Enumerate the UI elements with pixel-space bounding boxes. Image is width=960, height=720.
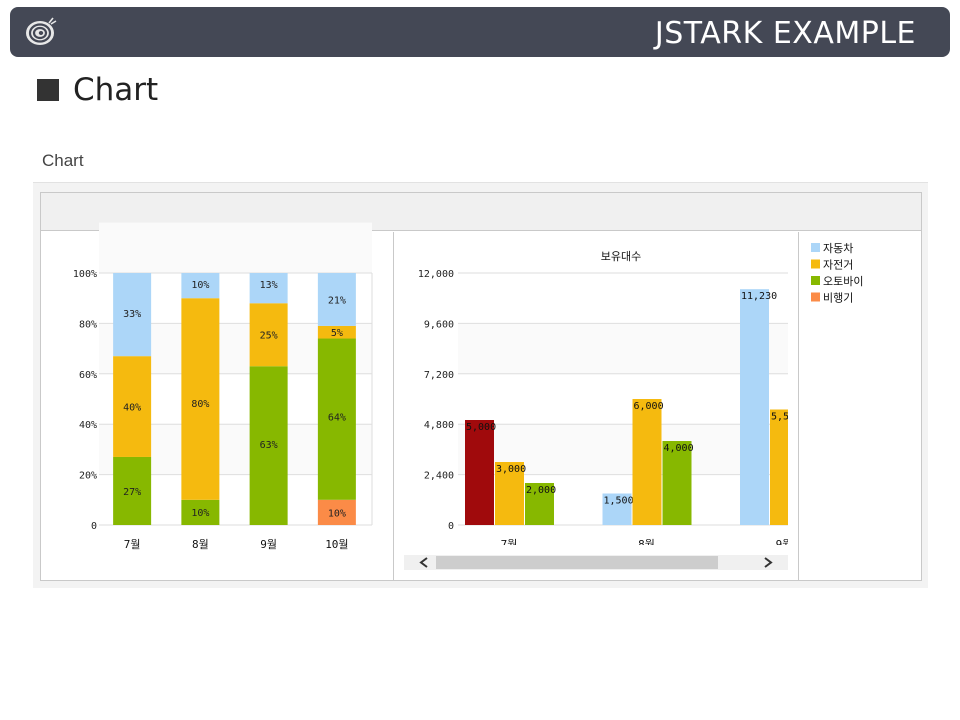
chart2-title: 보유대수 (601, 250, 641, 263)
chart1-xtick-label: 8월 (192, 538, 209, 551)
legend-swatch (811, 259, 820, 269)
chart2-grid-band (458, 323, 788, 374)
chart1-ytick-label: 20% (79, 471, 97, 482)
chart2-bar (632, 399, 662, 525)
chart2-ytick-label: 7,200 (424, 370, 454, 381)
chart1-data-label: 10% (191, 508, 209, 519)
chart1-ytick-label: 60% (79, 370, 97, 381)
chart1-data-label: 25% (260, 331, 278, 342)
chart1-data-label: 64% (328, 413, 346, 424)
horizontal-scrollbar[interactable] (404, 555, 788, 570)
chart2-ytick-label: 0 (448, 521, 454, 532)
chart1-xtick-label: 7월 (124, 538, 141, 551)
chart2-data-label: 6,000 (634, 401, 664, 412)
legend-label: 비행기 (823, 292, 853, 305)
chart1-ytick-label: 100% (73, 269, 97, 280)
chart2-data-label: 3,000 (496, 464, 526, 475)
chart2-ytick-label: 9,600 (424, 319, 454, 330)
legend-label: 자동차 (823, 242, 853, 255)
grouped-count-chart: 보유대수 0 2,400 4,800 7,200 9,600 12,000 5,000 3,00… (418, 250, 793, 551)
legend-swatch (811, 276, 820, 285)
chart1-ytick-label: 40% (79, 420, 97, 431)
scrollbar-thumb[interactable] (436, 556, 718, 569)
chart2-data-label: 2,000 (526, 485, 556, 496)
chart2-bar (770, 409, 788, 525)
chart2-bar (465, 420, 494, 525)
chart1-data-label: 10% (191, 280, 209, 291)
chart1-grid-band (99, 222, 372, 273)
chart1-data-label: 13% (260, 280, 278, 291)
legend-swatch (811, 243, 820, 252)
chart2-data-label: 5,5 (771, 412, 789, 423)
legend: 자동차자전거오토바이비행기 (811, 242, 863, 305)
chart2-data-label: 4,000 (664, 443, 694, 454)
legend-label: 오토바이 (823, 275, 863, 288)
chart1-data-label: 63% (260, 440, 278, 451)
chart1-data-label: 5% (331, 328, 343, 339)
chart1-xtick-label: 10월 (325, 538, 348, 551)
chart2-data-label: 11,230 (741, 291, 777, 302)
chart1-data-label: 27% (123, 487, 141, 498)
chart2-xtick-label: 7월 (501, 538, 518, 551)
chart2-data-label: 1,500 (604, 496, 634, 507)
chart1-data-label: 40% (123, 403, 141, 414)
legend-swatch (811, 292, 820, 302)
chart2-bar (740, 289, 769, 525)
chart1-xtick-label: 9월 (260, 538, 277, 551)
chart1-data-label: 10% (328, 508, 346, 519)
chart2-xtick-label: 9월 (776, 538, 793, 551)
chart1-ytick-label: 80% (79, 319, 97, 330)
charts-layer: 보유율020%40%60%80%100%27%40%33%7월10%80%10%… (73, 222, 863, 570)
chart2-ytick-label: 4,800 (424, 420, 454, 431)
chart2-ytick-label: 12,000 (418, 269, 454, 280)
chart2-data-label: 5,000 (466, 422, 496, 433)
chart2-xtick-label: 8월 (638, 538, 655, 551)
chart2-ytick-label: 2,400 (424, 471, 454, 482)
chart1-data-label: 21% (328, 295, 346, 306)
chart1-data-label: 33% (123, 309, 141, 320)
chart1-ytick-label: 0 (91, 521, 97, 532)
legend-label: 자전거 (823, 259, 853, 272)
chart1-data-label: 80% (191, 399, 209, 410)
stacked-percent-chart: 보유율020%40%60%80%100%27%40%33%7월10%80%10%… (73, 222, 373, 551)
